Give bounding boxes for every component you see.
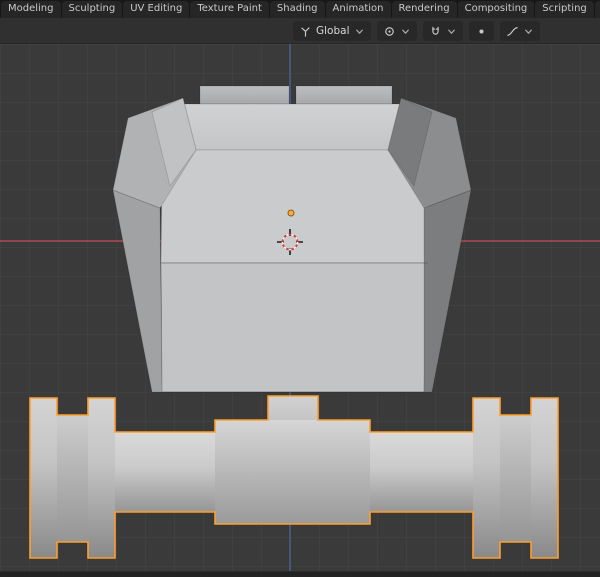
tab-texture-paint[interactable]: Texture Paint [190, 1, 269, 18]
viewport-header: Global [0, 18, 600, 44]
snap-target-dropdown[interactable] [376, 21, 417, 41]
axis-gizmo-icon [301, 26, 310, 37]
tab-shading[interactable]: Shading [269, 1, 325, 18]
transform-orientation-value: Global [316, 25, 350, 37]
tab-animation[interactable]: Animation [325, 1, 391, 18]
curve-icon [506, 26, 518, 36]
viewport-3d[interactable] [0, 44, 600, 571]
tab-compositing[interactable]: Compositing [457, 1, 535, 18]
chevron-down-icon [401, 28, 409, 34]
add-workspace-button[interactable]: + [594, 1, 600, 18]
tab-rendering[interactable]: Rendering [391, 1, 457, 18]
tab-uv-editing[interactable]: UV Editing [123, 1, 190, 18]
blender-window: { "workspace_tabs": { "items": [ {"label… [0, 0, 600, 577]
lower-spacer-left [57, 415, 88, 542]
workspace-tab-bar: Modeling Sculpting UV Editing Texture Pa… [0, 0, 600, 18]
lower-center-block [215, 420, 370, 524]
proportional-falloff-dropdown[interactable] [499, 21, 540, 41]
upper-bump-left [199, 85, 290, 105]
tab-label: Sculpting [68, 3, 116, 14]
upper-bump-right [295, 85, 393, 105]
proportional-editing-toggle[interactable] [468, 21, 494, 41]
lower-plate-inner-left [88, 398, 115, 558]
dot-icon [478, 28, 484, 34]
lower-spacer-right [500, 415, 531, 542]
chevron-down-icon [447, 28, 455, 34]
tab-sculpting[interactable]: Sculpting [61, 1, 123, 18]
transform-orientation-dropdown[interactable]: Global [293, 21, 371, 41]
tab-label: Animation [332, 3, 384, 14]
circle-dot-icon [384, 26, 394, 36]
tab-label: Compositing [464, 3, 528, 14]
mesh-upper-object[interactable] [112, 85, 472, 393]
tab-label: Rendering [398, 3, 450, 14]
upper-front-face-bottom [160, 262, 429, 393]
tab-modeling[interactable]: Modeling [1, 1, 61, 18]
snapping-toggle-dropdown[interactable] [422, 21, 463, 41]
tab-label: Shading [276, 3, 318, 14]
viewport-canvas[interactable] [0, 44, 600, 571]
viewport-header-controls: Global [293, 21, 540, 41]
origin-dot [287, 209, 295, 217]
tab-label: Modeling [8, 3, 54, 14]
lower-plate-outer-left [30, 398, 57, 558]
chevron-down-icon [524, 28, 532, 34]
tab-scripting[interactable]: Scripting [535, 1, 594, 18]
tab-label: Texture Paint [197, 3, 262, 14]
chevron-down-icon [355, 28, 363, 34]
bottom-editor-edge [0, 571, 600, 577]
magnet-icon [431, 26, 439, 35]
tab-label: Scripting [542, 3, 587, 14]
tab-label: UV Editing [130, 3, 183, 14]
lower-plate-outer-right [531, 398, 558, 558]
lower-plate-inner-right [473, 398, 500, 558]
